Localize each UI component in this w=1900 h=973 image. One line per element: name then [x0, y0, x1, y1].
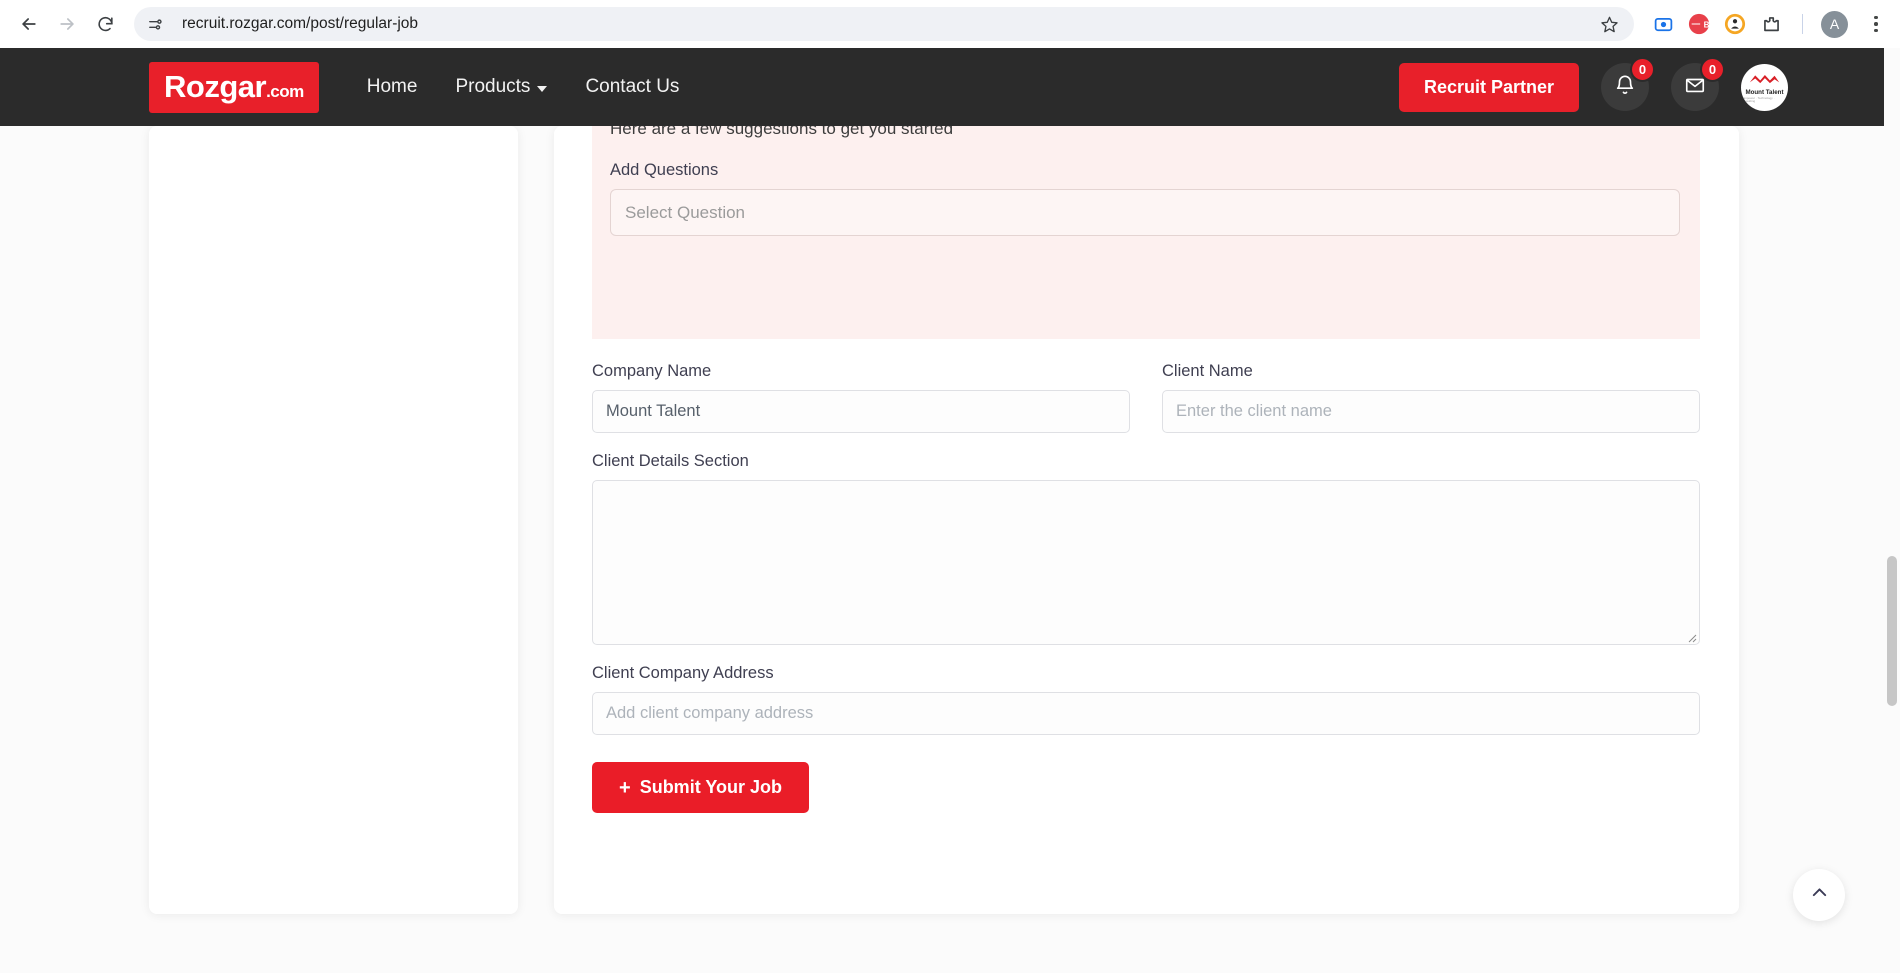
question-suggestions-panel: Here are a few suggestions to get you st…	[592, 126, 1700, 339]
nav-item-home[interactable]: Home	[367, 76, 418, 98]
recruit-partner-button[interactable]: Recruit Partner	[1398, 62, 1579, 112]
svg-text:B: B	[1704, 21, 1710, 30]
mountain-logo-icon	[1749, 71, 1780, 89]
page-scrollbar[interactable]	[1884, 48, 1900, 973]
messages-button[interactable]: 0	[1671, 57, 1725, 111]
back-arrow-icon	[19, 14, 39, 34]
forward-button[interactable]	[48, 5, 86, 43]
client-details-field-group: Client Details Section	[592, 452, 1700, 645]
client-address-label: Client Company Address	[592, 664, 774, 682]
reload-icon	[96, 15, 115, 34]
page-viewport: Rozgar.com Home Products Contact Us Recr…	[0, 48, 1900, 973]
submit-button-label: Submit Your Job	[639, 777, 783, 797]
client-address-input[interactable]	[592, 692, 1700, 735]
job-post-form: Here are a few suggestions to get you st…	[592, 126, 1700, 813]
kebab-menu-icon[interactable]	[1862, 9, 1890, 39]
extensions-tray: B A	[1642, 9, 1890, 39]
tune-sliders-icon[interactable]	[142, 11, 168, 37]
screen-recorder-extension-icon[interactable]	[1650, 11, 1676, 37]
notifications-button[interactable]: 0	[1601, 57, 1655, 111]
profile-avatar[interactable]: A	[1821, 10, 1848, 38]
client-address-field-group: Client Company Address	[592, 664, 1700, 735]
user-avatar[interactable]: Mount Talent Manpower · Technology · Con…	[1741, 63, 1788, 111]
client-details-label: Client Details Section	[592, 452, 749, 470]
forward-arrow-icon	[57, 14, 77, 34]
select-question-placeholder-text: Select Question	[625, 202, 746, 222]
chevron-down-icon	[537, 85, 548, 92]
plus-icon: +	[619, 776, 631, 799]
add-questions-label: Add Questions	[610, 161, 719, 179]
nav-item-products[interactable]: Products	[455, 76, 548, 98]
company-client-row: Company Name Client Name	[592, 362, 1700, 433]
logo-main-text: Rozgar	[164, 68, 267, 104]
extensions-puzzle-icon[interactable]	[1758, 11, 1784, 37]
message-badge: 0	[1700, 57, 1725, 82]
star-icon[interactable]	[1594, 9, 1624, 39]
url-text: recruit.rozgar.com/post/regular-job	[182, 15, 419, 32]
suggestions-intro-text: Here are a few suggestions to get you st…	[610, 126, 954, 138]
nav-label: Products	[455, 76, 531, 97]
header-actions: Recruit Partner 0 0 Mount Talent Manpowe…	[1398, 57, 1788, 112]
main-nav: Home Products Contact Us	[367, 76, 680, 98]
chevron-up-icon	[1809, 882, 1830, 908]
client-details-textarea[interactable]	[592, 480, 1700, 645]
browser-toolbar: recruit.rozgar.com/post/regular-job B A	[0, 0, 1900, 48]
scroll-to-top-button[interactable]	[1793, 869, 1845, 921]
site-header: Rozgar.com Home Products Contact Us Recr…	[0, 48, 1884, 126]
notification-badge: 0	[1630, 57, 1655, 82]
nav-label: Home	[366, 76, 418, 97]
page-scrollbar-thumb[interactable]	[1887, 556, 1897, 706]
nav-item-contact-us[interactable]: Contact Us	[585, 76, 679, 98]
client-name-input[interactable]	[1162, 390, 1700, 433]
left-sidebar-panel	[149, 126, 518, 914]
avatar-name-text: Mount Talent	[1745, 88, 1784, 96]
nav-label: Contact Us	[585, 76, 680, 97]
orange-avatar-extension-icon[interactable]	[1722, 11, 1748, 37]
brand-b-extension-icon[interactable]: B	[1686, 11, 1712, 37]
reload-button[interactable]	[86, 5, 124, 43]
client-name-field-group: Client Name	[1162, 362, 1700, 433]
toolbar-divider	[1802, 14, 1803, 34]
company-name-label: Company Name	[592, 362, 712, 380]
job-post-form-card: Here are a few suggestions to get you st…	[554, 126, 1739, 914]
submit-job-button[interactable]: + Submit Your Job	[592, 762, 810, 813]
company-name-input[interactable]	[592, 390, 1130, 433]
back-button[interactable]	[10, 5, 48, 43]
company-name-field-group: Company Name	[592, 362, 1130, 433]
avatar-tagline-text: Manpower · Technology · Consulting	[1741, 96, 1775, 104]
select-question-dropdown[interactable]: Select Question	[610, 189, 1680, 236]
address-bar[interactable]: recruit.rozgar.com/post/regular-job	[134, 7, 1634, 41]
logo-suffix-text: .com	[266, 81, 304, 101]
client-name-label: Client Name	[1162, 362, 1253, 380]
rozgar-logo[interactable]: Rozgar.com	[149, 61, 319, 113]
client-details-wrapper	[592, 480, 1700, 645]
